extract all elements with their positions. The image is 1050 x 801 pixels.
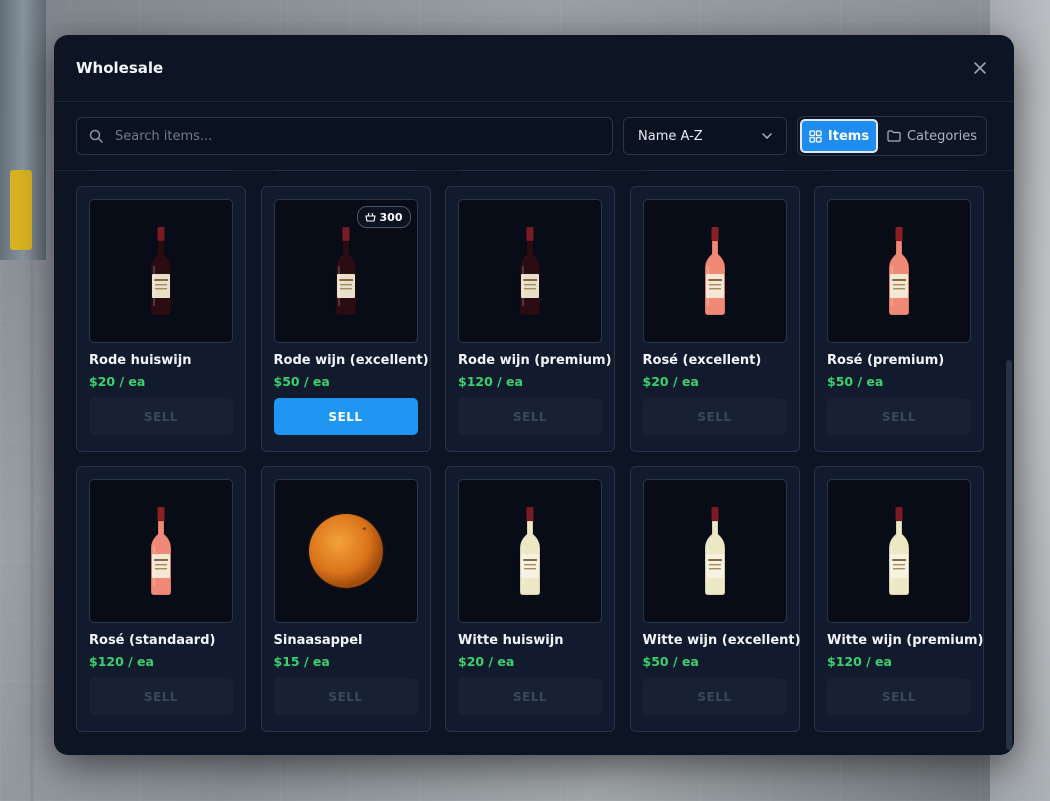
sell-button: SELL xyxy=(273,678,418,715)
item-thumbnail xyxy=(458,479,602,623)
item-thumbnail xyxy=(642,479,787,623)
item-price: $120 / ea xyxy=(89,654,154,669)
grid-icon xyxy=(809,129,822,143)
items-grid-area: Rode huiswijn $20 / ea SELL 300 Rode wij… xyxy=(76,170,994,750)
item-thumbnail xyxy=(458,199,602,343)
item-thumbnail xyxy=(89,199,233,343)
orange-fruit-icon xyxy=(306,512,385,590)
sell-button: SELL xyxy=(642,398,787,435)
red-wine-bottle-icon xyxy=(150,227,172,316)
background-rail xyxy=(10,170,32,250)
item-card: Witte wijn (premium) $120 / ea SELL xyxy=(814,466,984,732)
white-wine-bottle-icon xyxy=(888,507,910,596)
item-name: Sinaasappel xyxy=(273,633,363,648)
sell-button[interactable]: SELL xyxy=(273,398,418,435)
item-name: Rode huiswijn xyxy=(89,353,192,368)
red-wine-bottle-icon xyxy=(335,227,356,316)
items-view-label: Items xyxy=(827,128,870,144)
sell-button: SELL xyxy=(827,398,971,435)
categories-view-label: Categories xyxy=(906,128,978,144)
item-card: Sinaasappel $15 / ea SELL xyxy=(260,466,431,732)
item-name: Rosé (premium) xyxy=(827,353,945,368)
search-input[interactable] xyxy=(113,127,600,145)
item-name: Rode wijn (premium) xyxy=(458,353,612,368)
item-name: Rosé (excellent) xyxy=(642,353,762,368)
item-price: $20 / ea xyxy=(89,374,146,389)
items-view-button[interactable]: Items xyxy=(800,119,878,153)
item-thumbnail xyxy=(273,479,418,623)
item-card: Witte wijn (excellent) $50 / ea SELL xyxy=(629,466,801,732)
item-thumbnail xyxy=(827,199,971,343)
scrollbar-thumb[interactable] xyxy=(1006,360,1012,750)
close-button[interactable] xyxy=(968,56,992,80)
sell-button: SELL xyxy=(827,678,971,715)
search-box[interactable] xyxy=(76,117,613,155)
item-price: $20 / ea xyxy=(642,374,699,389)
view-toggle: Items Categories xyxy=(797,116,987,156)
item-price: $120 / ea xyxy=(458,374,523,389)
sort-select[interactable]: Name A-Z xyxy=(623,117,787,155)
basket-icon xyxy=(364,212,376,222)
item-card: Rode huiswijn $20 / ea SELL xyxy=(76,186,246,452)
previous-row-edge xyxy=(76,170,994,186)
red-wine-bottle-icon xyxy=(519,227,541,316)
items-grid: Rode huiswijn $20 / ea SELL 300 Rode wij… xyxy=(76,186,984,732)
item-card: Rosé (standaard) $120 / ea SELL xyxy=(76,466,246,732)
scrollbar[interactable] xyxy=(1006,170,1012,755)
item-name: Rosé (standaard) xyxy=(89,633,216,648)
item-card: 300 Rode wijn (excellent) $50 / ea SELL xyxy=(260,186,431,452)
folder-icon xyxy=(887,130,901,142)
item-price: $20 / ea xyxy=(458,654,515,669)
chevron-down-icon xyxy=(762,133,772,139)
sell-button: SELL xyxy=(642,678,787,715)
modal-header: Wholesale xyxy=(54,35,1014,102)
item-price: $50 / ea xyxy=(827,374,884,389)
item-name: Witte huiswijn xyxy=(458,633,564,648)
item-price: $50 / ea xyxy=(642,654,699,669)
rose-wine-bottle-icon xyxy=(888,227,910,316)
item-thumbnail xyxy=(642,199,787,343)
sell-button: SELL xyxy=(89,678,233,715)
sell-button: SELL xyxy=(89,398,233,435)
item-price: $15 / ea xyxy=(273,654,330,669)
quantity-value: 300 xyxy=(379,210,403,224)
item-price: $120 / ea xyxy=(827,654,892,669)
rose-wine-bottle-icon xyxy=(150,507,172,596)
white-wine-bottle-icon xyxy=(519,507,541,596)
white-wine-bottle-icon xyxy=(704,507,725,596)
wholesale-modal: Wholesale Name A-Z xyxy=(54,35,1014,755)
item-card: Rode wijn (premium) $120 / ea SELL xyxy=(445,186,615,452)
sell-button: SELL xyxy=(458,678,602,715)
modal-title: Wholesale xyxy=(76,59,164,77)
item-thumbnail: 300 xyxy=(273,199,418,343)
toolbar: Name A-Z Items Categories xyxy=(54,102,1014,171)
item-thumbnail xyxy=(89,479,233,623)
item-thumbnail xyxy=(827,479,971,623)
close-icon xyxy=(974,62,986,74)
item-name: Witte wijn (premium) xyxy=(827,633,984,648)
rose-wine-bottle-icon xyxy=(704,227,725,316)
sell-button: SELL xyxy=(458,398,602,435)
item-card: Rosé (premium) $50 / ea SELL xyxy=(814,186,984,452)
item-price: $50 / ea xyxy=(273,374,330,389)
quantity-badge: 300 xyxy=(356,206,411,228)
item-card: Rosé (excellent) $20 / ea SELL xyxy=(629,186,800,452)
item-name: Witte wijn (excellent) xyxy=(642,633,801,648)
search-icon xyxy=(89,129,103,143)
categories-view-button[interactable]: Categories xyxy=(880,119,984,153)
item-card: Witte huiswijn $20 / ea SELL xyxy=(445,466,615,732)
sort-value: Name A-Z xyxy=(638,128,703,144)
item-name: Rode wijn (excellent) xyxy=(273,353,429,368)
